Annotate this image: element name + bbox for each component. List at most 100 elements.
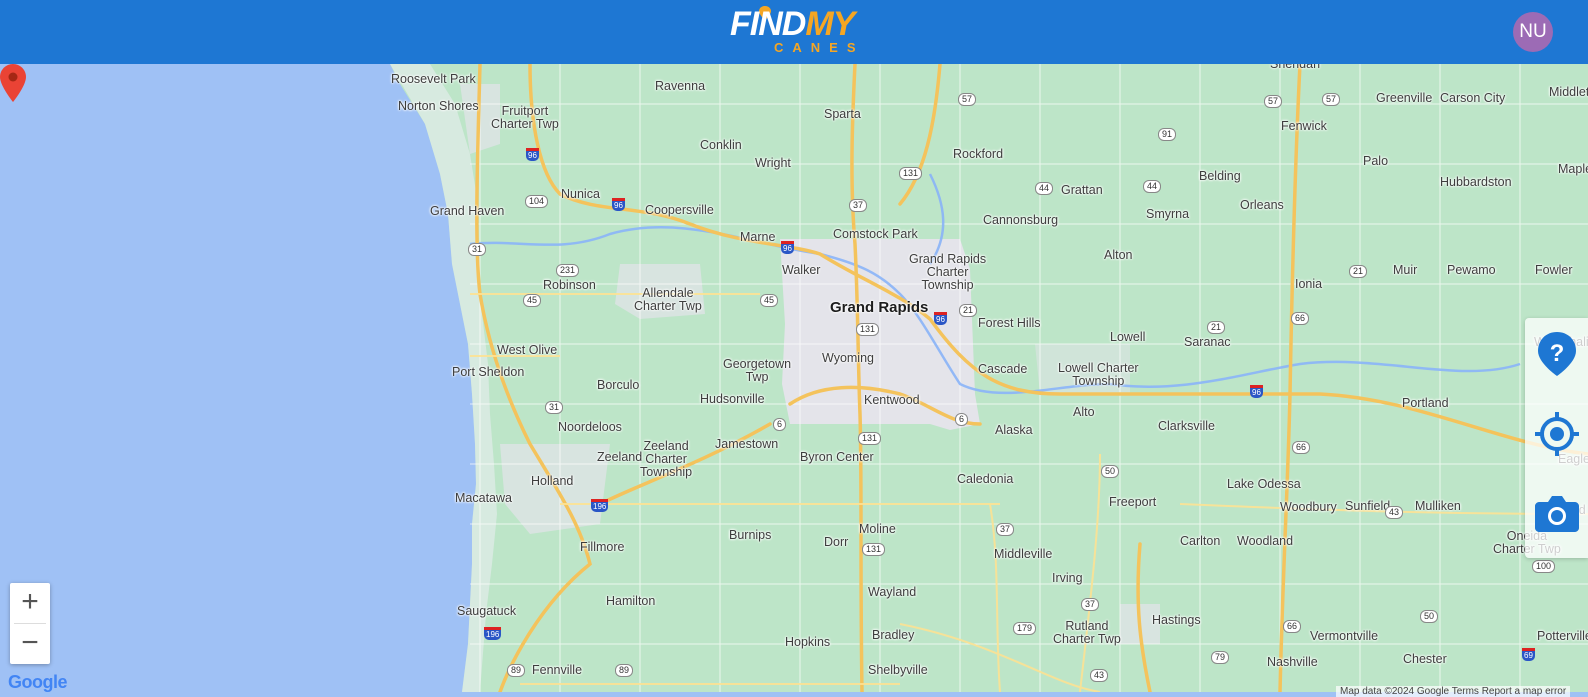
user-avatar[interactable]: NU <box>1513 12 1553 52</box>
place-label: Alton <box>1104 248 1133 262</box>
place-label: Coopersville <box>645 203 714 217</box>
place-label: Grand Rapids <box>830 299 929 316</box>
route-shield: 66 <box>1283 620 1302 633</box>
route-shield: 66 <box>1291 312 1310 325</box>
route-shield: 66 <box>1292 441 1311 454</box>
place-label: Potterville <box>1537 629 1588 643</box>
route-shield: 21 <box>1349 265 1368 278</box>
place-label: Rockford <box>953 147 1004 161</box>
place-label: Carlton <box>1180 534 1221 548</box>
place-label: Ravenna <box>655 79 706 93</box>
place-label: Hamilton <box>606 594 656 608</box>
place-label: Sparta <box>824 107 861 121</box>
place-label: Fowler <box>1535 263 1573 277</box>
route-shield: 44 <box>1035 182 1054 195</box>
route-shield: 50 <box>1101 465 1120 478</box>
route-shield: 45 <box>523 294 542 307</box>
interstate-shield: 196 <box>591 499 609 512</box>
place-label: Chester <box>1403 652 1447 666</box>
place-label: Robinson <box>543 278 596 292</box>
place-label: Woodbury <box>1280 500 1337 514</box>
route-shield: 50 <box>1420 610 1439 623</box>
place-label: Ionia <box>1295 277 1323 291</box>
route-shield: 57 <box>958 93 977 106</box>
route-shield: 89 <box>507 664 526 677</box>
route-shield: 131 <box>899 167 923 180</box>
place-label: Wright <box>755 156 791 170</box>
place-label: Portland <box>1402 396 1449 410</box>
place-label: Woodland <box>1237 534 1294 548</box>
logo-subtext: CANES <box>774 40 865 55</box>
place-label: Mulliken <box>1415 499 1461 513</box>
interstate-shield: 96 <box>934 312 947 325</box>
place-label: Forest Hills <box>978 316 1041 330</box>
place-label: Rutland Charter Twp <box>1053 619 1121 646</box>
place-label: Fennville <box>532 663 583 677</box>
place-label: Cannonsburg <box>983 213 1059 227</box>
route-shield: 104 <box>525 195 549 208</box>
place-label: Marne <box>740 230 776 244</box>
place-label: Palo <box>1363 154 1389 168</box>
interstate-shield: 96 <box>612 198 625 211</box>
place-label: Jamestown <box>715 437 779 451</box>
zoom-out-button[interactable]: − <box>10 624 50 664</box>
place-label: Moline <box>859 522 896 536</box>
place-label: Dorr <box>824 535 849 549</box>
map-side-panel: ? <box>1525 318 1588 558</box>
route-shield: 231 <box>556 264 580 277</box>
place-label: Byron Center <box>800 450 874 464</box>
place-label: Hopkins <box>785 635 831 649</box>
header-bar: FINDMY CANES NU <box>0 0 1588 64</box>
help-icon[interactable]: ? <box>1533 330 1581 378</box>
place-label: Freeport <box>1109 495 1157 509</box>
place-label: Wayland <box>868 585 917 599</box>
route-shield: 37 <box>849 199 868 212</box>
map-base <box>0 64 1588 692</box>
place-label: Clarksville <box>1158 419 1215 433</box>
place-label: Walker <box>782 263 821 277</box>
place-label: Fillmore <box>580 540 625 554</box>
route-shield: 179 <box>1013 622 1037 635</box>
location-pin-icon[interactable] <box>0 64 26 102</box>
place-label: Borculo <box>597 378 640 392</box>
map-view[interactable]: Roosevelt Park Norton Shores Ravenna Sherid… <box>0 64 1588 692</box>
place-label: Comstock Park <box>833 227 918 241</box>
logo-text-find: FIND <box>730 5 806 43</box>
place-label: Saugatuck <box>457 604 517 618</box>
camera-icon[interactable] <box>1533 490 1581 538</box>
place-label: Nunica <box>561 187 600 201</box>
logo-text-my: MY <box>805 5 855 43</box>
place-label: Georgetown Twp <box>723 357 792 384</box>
place-label: West Olive <box>497 343 558 357</box>
place-label: Muir <box>1393 263 1418 277</box>
place-label: Saranac <box>1184 335 1231 349</box>
svg-text:?: ? <box>1550 340 1565 367</box>
place-label: Middleton <box>1549 85 1588 99</box>
route-shield: 100 <box>1532 560 1556 573</box>
place-label: Hastings <box>1152 613 1201 627</box>
place-label: Grand Rapids Charter Township <box>909 252 987 292</box>
place-label: Wyoming <box>822 351 874 365</box>
zoom-in-button[interactable]: + <box>10 583 50 623</box>
route-shield: 21 <box>959 304 978 317</box>
place-label: Kentwood <box>864 393 920 407</box>
place-label: Sheridan <box>1270 64 1321 71</box>
place-label: Middleville <box>994 547 1053 561</box>
route-shield: 31 <box>545 401 564 414</box>
route-shield: 31 <box>468 243 487 256</box>
place-label: Cascade <box>978 362 1028 376</box>
interstate-shield: 96 <box>526 148 539 161</box>
place-label: Nashville <box>1267 655 1318 669</box>
place-label: Zeeland <box>597 450 643 464</box>
place-label: Smyrna <box>1146 207 1190 221</box>
route-shield: 57 <box>1264 95 1283 108</box>
place-label: Pewamo <box>1447 263 1496 277</box>
findmycanes-logo[interactable]: FINDMY CANES <box>730 5 882 58</box>
route-shield: 45 <box>760 294 779 307</box>
route-shield: 6 <box>955 413 969 426</box>
route-shield: 131 <box>858 432 882 445</box>
interstate-shield: 96 <box>781 241 794 254</box>
my-location-icon[interactable] <box>1533 410 1581 458</box>
zoom-controls: + − <box>10 583 50 664</box>
route-shield: 37 <box>996 523 1015 536</box>
